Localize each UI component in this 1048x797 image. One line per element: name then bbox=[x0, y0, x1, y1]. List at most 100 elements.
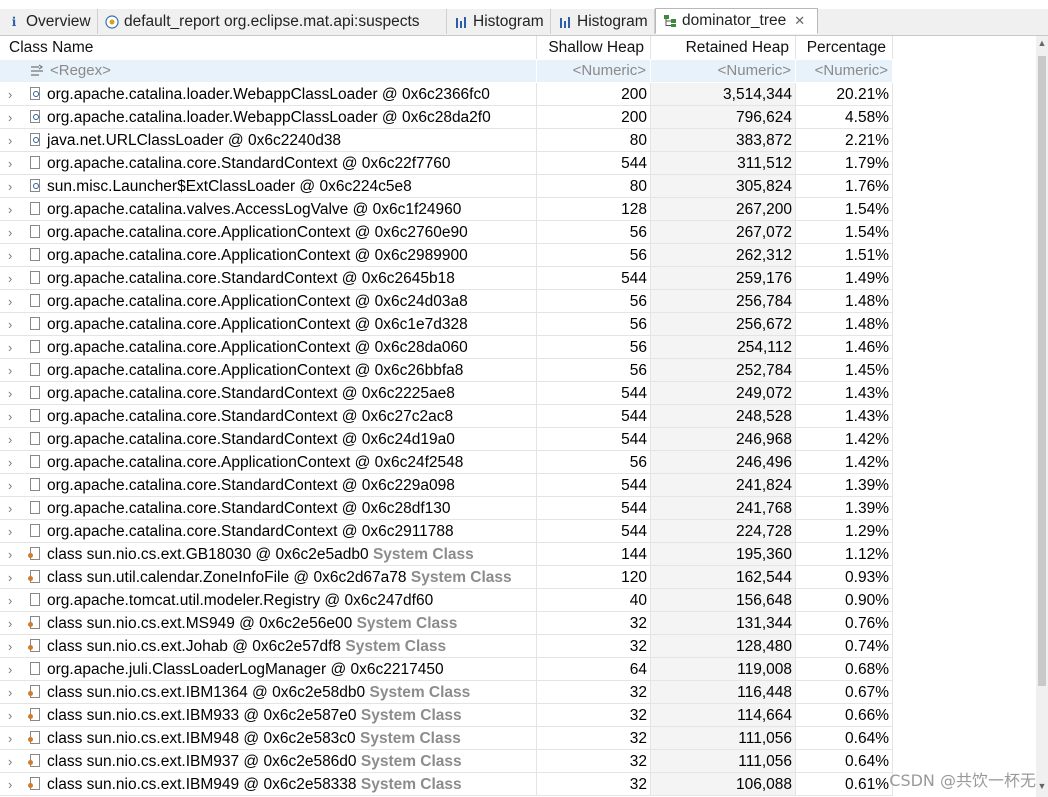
table-row[interactable]: › class sun.nio.cs.ext.IBM937 @ 0x6c2e586… bbox=[0, 750, 1036, 773]
table-row[interactable]: › org.apache.catalina.core.StandardContex… bbox=[0, 152, 1036, 175]
table-row[interactable]: › org.apache.catalina.loader.WebappClassL… bbox=[0, 83, 1036, 106]
table-row[interactable]: › org.apache.catalina.core.ApplicationCon… bbox=[0, 359, 1036, 382]
table-row[interactable]: › org.apache.juli.ClassLoaderLogManager @… bbox=[0, 658, 1036, 681]
regex-filter-field[interactable]: <Regex> bbox=[0, 60, 537, 82]
expand-chevron-icon[interactable]: › bbox=[8, 198, 18, 220]
class-name-cell[interactable]: › org.apache.catalina.core.StandardContex… bbox=[0, 474, 537, 497]
tab-dominator-tree[interactable]: dominator_tree ✕ bbox=[655, 8, 818, 34]
tab-histogram-2[interactable]: Histogram bbox=[551, 9, 655, 34]
expand-chevron-icon[interactable]: › bbox=[8, 681, 18, 703]
expand-chevron-icon[interactable]: › bbox=[8, 175, 18, 197]
expand-chevron-icon[interactable]: › bbox=[8, 520, 18, 542]
table-row[interactable]: › org.apache.catalina.core.ApplicationCon… bbox=[0, 244, 1036, 267]
expand-chevron-icon[interactable]: › bbox=[8, 152, 18, 174]
expand-chevron-icon[interactable]: › bbox=[8, 658, 18, 680]
scroll-up-icon[interactable]: ▲ bbox=[1036, 38, 1048, 52]
table-row[interactable]: › org.apache.catalina.core.StandardContex… bbox=[0, 382, 1036, 405]
table-row[interactable]: › class sun.nio.cs.ext.IBM949 @ 0x6c2e583… bbox=[0, 773, 1036, 796]
table-row[interactable]: › org.apache.catalina.core.ApplicationCon… bbox=[0, 313, 1036, 336]
table-row[interactable]: › class sun.nio.cs.ext.GB18030 @ 0x6c2e5a… bbox=[0, 543, 1036, 566]
class-name-cell[interactable]: › org.apache.catalina.loader.WebappClassL… bbox=[0, 106, 537, 129]
table-row[interactable]: › org.apache.catalina.core.ApplicationCon… bbox=[0, 451, 1036, 474]
class-name-cell[interactable]: › org.apache.catalina.core.StandardContex… bbox=[0, 267, 537, 290]
class-name-cell[interactable]: › org.apache.catalina.core.ApplicationCon… bbox=[0, 290, 537, 313]
expand-chevron-icon[interactable]: › bbox=[8, 451, 18, 473]
tab-histogram-1[interactable]: Histogram bbox=[447, 9, 551, 34]
vertical-scrollbar[interactable]: ▲ ▼ bbox=[1036, 36, 1048, 797]
table-row[interactable]: › org.apache.catalina.core.StandardContex… bbox=[0, 267, 1036, 290]
class-name-cell[interactable]: › org.apache.catalina.core.StandardContex… bbox=[0, 405, 537, 428]
class-name-cell[interactable]: › class sun.nio.cs.ext.IBM937 @ 0x6c2e586… bbox=[0, 750, 537, 773]
class-name-cell[interactable]: › class sun.nio.cs.ext.Johab @ 0x6c2e57df… bbox=[0, 635, 537, 658]
expand-chevron-icon[interactable]: › bbox=[8, 290, 18, 312]
class-name-cell[interactable]: › class sun.nio.cs.ext.MS949 @ 0x6c2e56e0… bbox=[0, 612, 537, 635]
table-row[interactable]: › org.apache.catalina.core.StandardContex… bbox=[0, 428, 1036, 451]
expand-chevron-icon[interactable]: › bbox=[8, 129, 18, 151]
expand-chevron-icon[interactable]: › bbox=[8, 497, 18, 519]
expand-chevron-icon[interactable]: › bbox=[8, 106, 18, 128]
expand-chevron-icon[interactable]: › bbox=[8, 773, 18, 795]
table-row[interactable]: › org.apache.catalina.core.ApplicationCon… bbox=[0, 290, 1036, 313]
class-name-cell[interactable]: › org.apache.catalina.core.ApplicationCon… bbox=[0, 313, 537, 336]
expand-chevron-icon[interactable]: › bbox=[8, 727, 18, 749]
expand-chevron-icon[interactable]: › bbox=[8, 244, 18, 266]
table-row[interactable]: › org.apache.catalina.core.StandardContex… bbox=[0, 497, 1036, 520]
expand-chevron-icon[interactable]: › bbox=[8, 704, 18, 726]
table-row[interactable]: › org.apache.catalina.core.StandardContex… bbox=[0, 474, 1036, 497]
expand-chevron-icon[interactable]: › bbox=[8, 221, 18, 243]
class-name-cell[interactable]: › org.apache.catalina.core.StandardContex… bbox=[0, 428, 537, 451]
expand-chevron-icon[interactable]: › bbox=[8, 635, 18, 657]
table-row[interactable]: › class sun.nio.cs.ext.IBM1364 @ 0x6c2e58… bbox=[0, 681, 1036, 704]
table-row[interactable]: › org.apache.catalina.core.StandardContex… bbox=[0, 405, 1036, 428]
tab-overview[interactable]: i Overview bbox=[0, 9, 98, 34]
class-name-cell[interactable]: › class sun.nio.cs.ext.IBM948 @ 0x6c2e583… bbox=[0, 727, 537, 750]
close-icon[interactable]: ✕ bbox=[794, 13, 805, 29]
scrollbar-thumb[interactable] bbox=[1038, 56, 1046, 686]
class-name-cell[interactable]: › class sun.util.calendar.ZoneInfoFile @ … bbox=[0, 566, 537, 589]
expand-chevron-icon[interactable]: › bbox=[8, 428, 18, 450]
expand-chevron-icon[interactable]: › bbox=[8, 750, 18, 772]
column-header-retained-heap[interactable]: Retained Heap bbox=[651, 36, 796, 59]
class-name-cell[interactable]: › org.apache.catalina.core.ApplicationCon… bbox=[0, 336, 537, 359]
expand-chevron-icon[interactable]: › bbox=[8, 474, 18, 496]
class-name-cell[interactable]: › org.apache.catalina.loader.WebappClassL… bbox=[0, 83, 537, 106]
expand-chevron-icon[interactable]: › bbox=[8, 336, 18, 358]
class-name-cell[interactable]: › class sun.nio.cs.ext.GB18030 @ 0x6c2e5a… bbox=[0, 543, 537, 566]
table-row[interactable]: › org.apache.catalina.core.ApplicationCon… bbox=[0, 336, 1036, 359]
table-row[interactable]: › org.apache.catalina.core.ApplicationCon… bbox=[0, 221, 1036, 244]
retained-heap-filter-field[interactable]: <Numeric> bbox=[651, 60, 796, 82]
class-name-cell[interactable]: › org.apache.catalina.core.StandardContex… bbox=[0, 520, 537, 543]
table-row[interactable]: › org.apache.catalina.valves.AccessLogVal… bbox=[0, 198, 1036, 221]
class-name-cell[interactable]: › org.apache.juli.ClassLoaderLogManager @… bbox=[0, 658, 537, 681]
expand-chevron-icon[interactable]: › bbox=[8, 313, 18, 335]
column-header-percentage[interactable]: Percentage bbox=[796, 36, 893, 59]
table-row[interactable]: › class sun.nio.cs.ext.Johab @ 0x6c2e57df… bbox=[0, 635, 1036, 658]
tab-default-report[interactable]: default_report org.eclipse.mat.api:suspe… bbox=[98, 9, 447, 34]
class-name-cell[interactable]: › sun.misc.Launcher$ExtClassLoader @ 0x6c… bbox=[0, 175, 537, 198]
table-row[interactable]: › class sun.nio.cs.ext.IBM948 @ 0x6c2e583… bbox=[0, 727, 1036, 750]
scroll-down-icon[interactable]: ▼ bbox=[1036, 781, 1048, 795]
table-row[interactable]: › org.apache.tomcat.util.modeler.Registry… bbox=[0, 589, 1036, 612]
expand-chevron-icon[interactable]: › bbox=[8, 83, 18, 105]
class-name-cell[interactable]: › org.apache.catalina.valves.AccessLogVal… bbox=[0, 198, 537, 221]
class-name-cell[interactable]: › org.apache.catalina.core.StandardContex… bbox=[0, 497, 537, 520]
class-name-cell[interactable]: › org.apache.catalina.core.StandardContex… bbox=[0, 152, 537, 175]
expand-chevron-icon[interactable]: › bbox=[8, 566, 18, 588]
class-name-cell[interactable]: › org.apache.tomcat.util.modeler.Registry… bbox=[0, 589, 537, 612]
class-name-cell[interactable]: › java.net.URLClassLoader @ 0x6c2240d38 bbox=[0, 129, 537, 152]
percentage-filter-field[interactable]: <Numeric> bbox=[796, 60, 893, 82]
table-row[interactable]: › class sun.nio.cs.ext.IBM933 @ 0x6c2e587… bbox=[0, 704, 1036, 727]
class-name-cell[interactable]: › org.apache.catalina.core.StandardContex… bbox=[0, 382, 537, 405]
expand-chevron-icon[interactable]: › bbox=[8, 612, 18, 634]
expand-chevron-icon[interactable]: › bbox=[8, 267, 18, 289]
class-name-cell[interactable]: › org.apache.catalina.core.ApplicationCon… bbox=[0, 244, 537, 267]
table-row[interactable]: › class sun.nio.cs.ext.MS949 @ 0x6c2e56e0… bbox=[0, 612, 1036, 635]
column-header-shallow-heap[interactable]: Shallow Heap bbox=[537, 36, 651, 59]
expand-chevron-icon[interactable]: › bbox=[8, 359, 18, 381]
class-name-cell[interactable]: › org.apache.catalina.core.ApplicationCon… bbox=[0, 451, 537, 474]
table-row[interactable]: › sun.misc.Launcher$ExtClassLoader @ 0x6c… bbox=[0, 175, 1036, 198]
table-row[interactable]: › java.net.URLClassLoader @ 0x6c2240d38 80… bbox=[0, 129, 1036, 152]
class-name-cell[interactable]: › class sun.nio.cs.ext.IBM933 @ 0x6c2e587… bbox=[0, 704, 537, 727]
class-name-cell[interactable]: › class sun.nio.cs.ext.IBM1364 @ 0x6c2e58… bbox=[0, 681, 537, 704]
class-name-cell[interactable]: › class sun.nio.cs.ext.IBM949 @ 0x6c2e583… bbox=[0, 773, 537, 796]
